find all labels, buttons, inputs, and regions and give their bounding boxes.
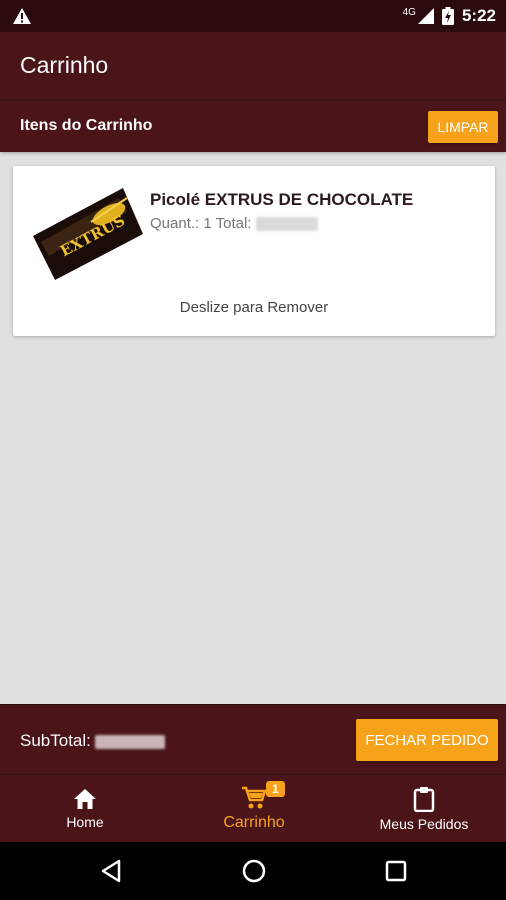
battery-icon xyxy=(441,7,454,25)
nav-home[interactable]: Home xyxy=(40,775,130,843)
close-order-button[interactable]: FECHAR PEDIDO xyxy=(356,719,498,761)
home-circle-icon[interactable] xyxy=(239,856,269,886)
app-bar: Carrinho xyxy=(0,32,506,100)
cart-item-card[interactable]: EXTRUS Picolé EXTRUS DE CHOCOLATE Quant.… xyxy=(13,166,495,336)
section-title: Itens do Carrinho xyxy=(20,117,153,134)
status-bar: 4G 5:22 xyxy=(0,0,506,32)
clear-cart-button[interactable]: LIMPAR xyxy=(428,111,498,143)
network-type: 4G xyxy=(402,6,416,18)
subtotal: SubTotal: xyxy=(20,731,165,751)
nav-orders-label: Meus Pedidos xyxy=(379,816,469,832)
swipe-hint: Deslize para Remover xyxy=(179,299,329,316)
nav-home-label: Home xyxy=(66,814,104,830)
signal-icon xyxy=(417,8,434,24)
page-title: Carrinho xyxy=(20,52,109,78)
nav-cart-label: Carrinho xyxy=(223,814,285,831)
system-navigation xyxy=(0,842,506,900)
total-value-redacted xyxy=(255,217,318,232)
nav-orders[interactable]: Meus Pedidos xyxy=(370,775,478,843)
order-summary: SubTotal: FECHAR PEDIDO xyxy=(0,704,506,774)
subtotal-label: SubTotal: xyxy=(20,731,91,750)
nav-cart[interactable]: 1 Carrinho xyxy=(208,775,300,843)
cart-badge: 1 xyxy=(266,781,285,797)
product-name: Picolé EXTRUS DE CHOCOLATE xyxy=(150,190,414,209)
quantity-label: Quant.: 1 Total: xyxy=(150,215,252,232)
bottom-navigation: Home 1 Carrinho Meus Pedidos xyxy=(0,774,506,842)
clipboard-icon xyxy=(413,787,435,812)
back-icon[interactable] xyxy=(97,856,127,886)
product-quantity-total: Quant.: 1 Total: xyxy=(150,215,318,232)
warning-icon xyxy=(13,8,31,24)
home-icon xyxy=(74,789,96,809)
clock: 5:22 xyxy=(461,6,496,25)
recents-icon[interactable] xyxy=(381,856,411,886)
subtotal-value-redacted xyxy=(94,734,165,749)
cart-icon xyxy=(242,786,267,809)
cart-section-header: Itens do Carrinho LIMPAR xyxy=(0,100,506,152)
product-image: EXTRUS xyxy=(33,188,143,280)
